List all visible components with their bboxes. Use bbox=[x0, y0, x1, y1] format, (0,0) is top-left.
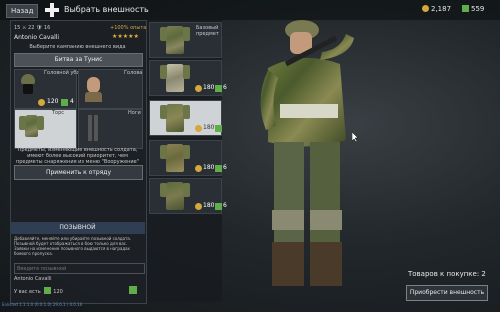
balaclava-icon bbox=[23, 84, 33, 94]
soldier-name: Antonio Cavalli bbox=[14, 34, 60, 41]
legs-icon bbox=[88, 115, 92, 141]
gold-count: 559 bbox=[471, 5, 485, 13]
campaign-prompt: Выберите кампанию внешнего вида bbox=[29, 44, 126, 50]
coin-icon bbox=[38, 99, 45, 106]
item-label: Базовый предмет bbox=[196, 25, 219, 37]
coin-icon bbox=[195, 125, 202, 132]
item-price: 180 bbox=[203, 124, 215, 131]
mouse-cursor-icon bbox=[352, 132, 359, 142]
soldier-stats: 15 ⚔ 22 🛡 16 bbox=[14, 25, 51, 31]
item-price: 180 bbox=[203, 84, 215, 91]
uniform-icon bbox=[160, 104, 190, 132]
head-slot-label: Голова bbox=[124, 70, 143, 76]
silver-currency: 2,187 bbox=[422, 5, 451, 13]
callsign-tickets: У вас есть 120 bbox=[14, 287, 63, 295]
gold-icon bbox=[215, 125, 222, 132]
priority-info-text: Предметы, изменяющие внешность солдата, … bbox=[15, 147, 140, 165]
torso-slot-label: Торс bbox=[52, 110, 65, 116]
buy-appearance-button[interactable]: Приобрести внешность bbox=[406, 285, 488, 301]
apply-to-squad-button[interactable]: Применить к отряду bbox=[14, 165, 143, 180]
uniform-icon bbox=[160, 144, 190, 172]
callsign-header: ПОЗЫВНОЙ bbox=[10, 222, 145, 234]
have-count: 120 bbox=[53, 289, 63, 295]
ticket-icon bbox=[44, 287, 52, 294]
coin-icon bbox=[195, 165, 202, 172]
uniform-icon bbox=[160, 26, 190, 54]
item-price: 180 bbox=[203, 164, 215, 171]
torso-uniform-icon bbox=[19, 115, 44, 137]
list-item[interactable]: 180 6 bbox=[149, 140, 227, 176]
coin-icon bbox=[195, 203, 202, 210]
item-count: 6 bbox=[223, 202, 227, 209]
callsign-description: Добавляйте, меняйте или убирайте позывно… bbox=[14, 236, 132, 256]
gold-icon bbox=[61, 99, 68, 106]
uniform-icon bbox=[160, 182, 190, 210]
item-count: 6 bbox=[223, 124, 227, 131]
list-item[interactable]: 180 6 bbox=[149, 178, 227, 214]
page-title: Выбрать внешность bbox=[64, 5, 149, 14]
coin-count: 2,187 bbox=[431, 5, 452, 13]
helmet-count: 4 bbox=[70, 98, 74, 105]
campaign-select-button[interactable]: Битва за Тунис bbox=[14, 53, 143, 67]
gold-icon bbox=[215, 165, 222, 172]
helmet-icon bbox=[21, 74, 35, 84]
edit-callsign-icon[interactable] bbox=[129, 286, 137, 294]
cart-count: Товаров к покупке: 2 bbox=[408, 270, 486, 278]
gold-currency: 559 bbox=[462, 5, 484, 13]
soldier-model[interactable] bbox=[250, 20, 370, 302]
helmet-slot-label: Головной убор bbox=[44, 70, 83, 76]
exp-bonus: +100% опыта bbox=[110, 25, 147, 31]
gold-icon bbox=[215, 85, 222, 92]
back-button[interactable]: Назад bbox=[6, 4, 39, 18]
gold-icon bbox=[215, 203, 222, 210]
list-item[interactable]: 180 6 bbox=[149, 100, 227, 136]
list-item[interactable]: Базовый предмет bbox=[149, 22, 222, 58]
iron-cross-icon bbox=[45, 3, 59, 17]
list-item[interactable]: 180 6 bbox=[149, 60, 227, 96]
item-price: 180 bbox=[203, 202, 215, 209]
callsign-owner: Antonio Cavalli bbox=[14, 276, 52, 282]
face-icon bbox=[87, 77, 100, 93]
have-label: У вас есть bbox=[14, 289, 41, 295]
uniform-icon bbox=[160, 64, 190, 92]
callsign-input[interactable] bbox=[14, 263, 145, 274]
gold-icon bbox=[462, 5, 469, 12]
helmet-price: 120 bbox=[47, 98, 59, 105]
coin-icon bbox=[195, 85, 202, 92]
torso-slot[interactable] bbox=[14, 109, 77, 149]
item-count: 6 bbox=[223, 84, 227, 91]
coin-icon bbox=[422, 5, 429, 12]
version-footer: Enlisted 1.1.1.0 (0.0.1.0) 29.6.1 / 0.0.… bbox=[2, 302, 83, 307]
legs-slot-label: Ноги bbox=[128, 110, 141, 116]
soldier-rating: ★★★★★ bbox=[112, 33, 139, 40]
item-count: 6 bbox=[223, 164, 227, 171]
